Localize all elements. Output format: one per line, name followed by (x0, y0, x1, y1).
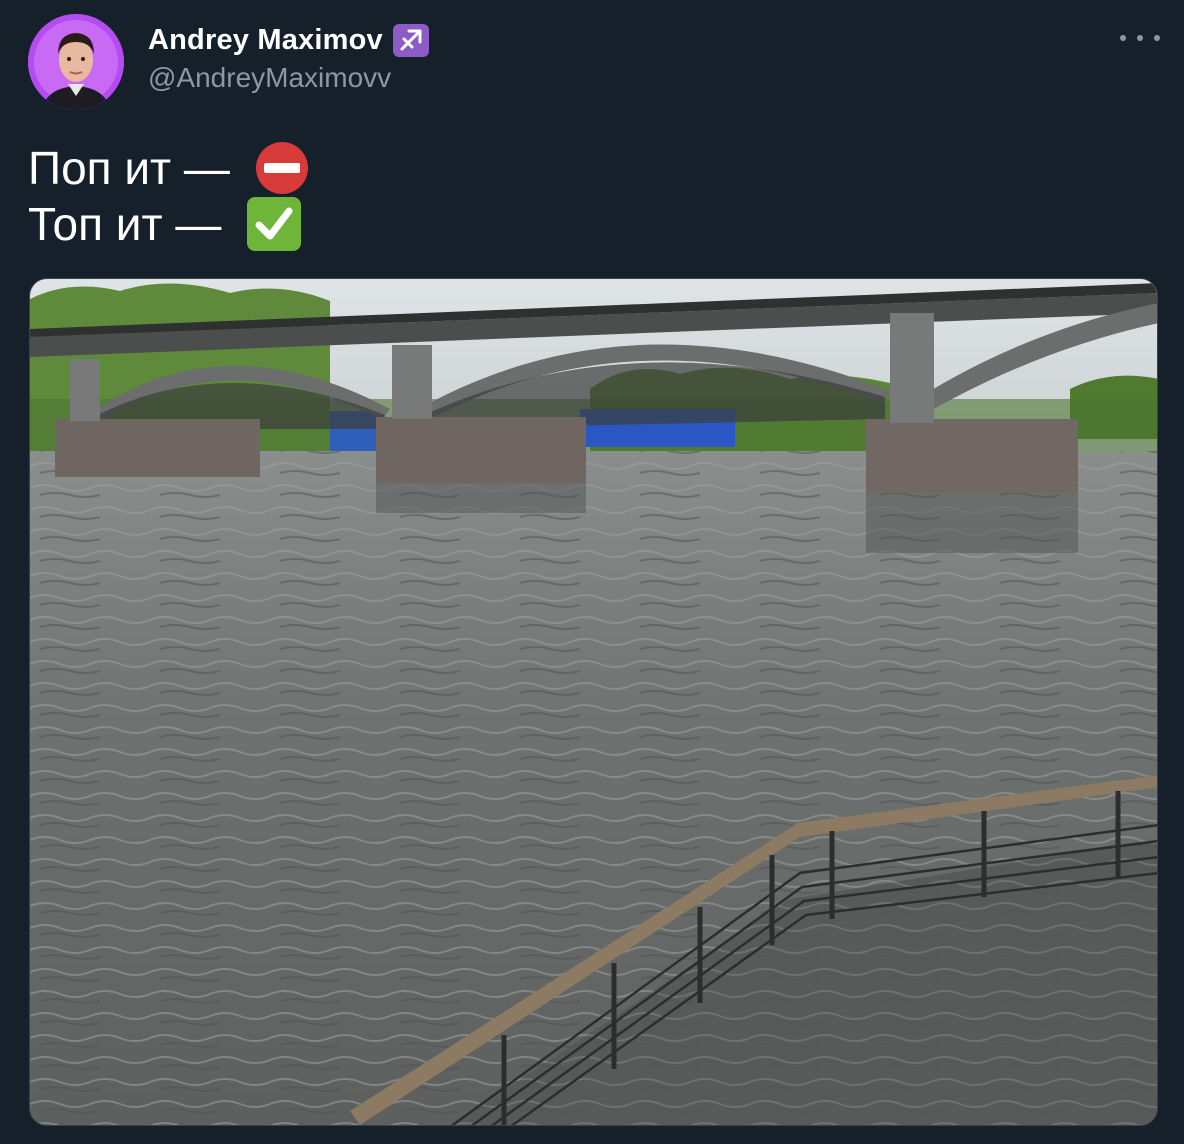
dot-icon (1154, 35, 1160, 41)
avatar[interactable] (28, 14, 124, 110)
author-name-row: Andrey Maximov (148, 22, 429, 58)
dot-icon (1137, 35, 1143, 41)
tweet-line-text: Топ ит — (28, 198, 235, 250)
tweet-line: Топ ит — (28, 196, 309, 252)
avatar-image (28, 14, 124, 110)
tweet-text: Поп ит — Топ ит — (28, 140, 309, 252)
tweet-card: Andrey Maximov @AndreyMaximovv Поп ит — (0, 0, 1184, 1144)
more-options-button[interactable] (1120, 24, 1160, 52)
tweet-line-text: Поп ит — (28, 142, 243, 194)
author-name[interactable]: Andrey Maximov (148, 24, 383, 57)
check-mark-button-icon (246, 196, 302, 252)
dot-icon (1120, 35, 1126, 41)
tweet-line: Поп ит — (28, 140, 309, 196)
author-handle[interactable]: @AndreyMaximovv (148, 62, 391, 94)
sagittarius-icon (392, 23, 429, 57)
tweet-photo[interactable] (29, 278, 1158, 1126)
no-entry-icon (255, 141, 309, 195)
river-bridge-photo (30, 279, 1157, 1125)
